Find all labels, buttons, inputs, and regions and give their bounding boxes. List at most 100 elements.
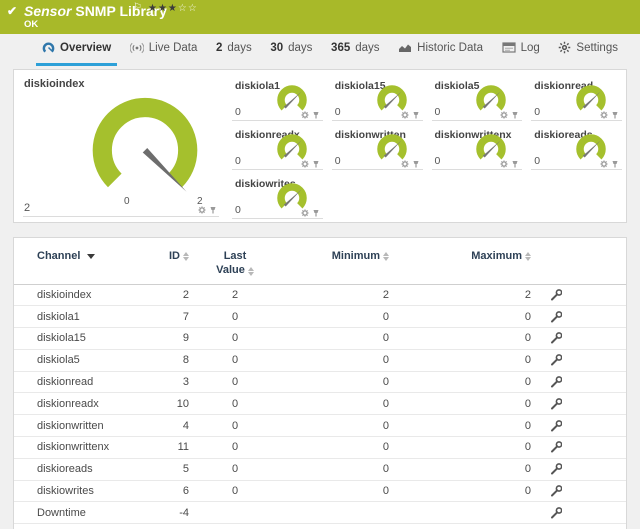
- table-row[interactable]: diskionreadx 10 0 0 0: [14, 393, 626, 415]
- gauge-diskiowrites[interactable]: diskiowrites 0: [229, 174, 325, 223]
- channel-settings-wrench-icon[interactable]: [550, 507, 562, 519]
- priority-stars[interactable]: ★★★☆☆: [148, 3, 198, 14]
- gauge-pin-icon[interactable]: [312, 209, 320, 217]
- cell-channel[interactable]: diskioreads: [37, 463, 93, 475]
- page-title-prefix: Sensor: [24, 3, 71, 19]
- cell-channel[interactable]: diskioindex: [37, 289, 91, 301]
- tab-overview[interactable]: Overview: [36, 34, 117, 66]
- tab-settings[interactable]: Settings: [552, 34, 624, 66]
- tab-log[interactable]: Log: [496, 34, 546, 66]
- gauge-diskiola1[interactable]: diskiola1 0: [229, 76, 325, 125]
- tab-365-days[interactable]: 365 days: [325, 34, 385, 66]
- gauge-diskiola15[interactable]: diskiola15 0: [329, 76, 425, 125]
- page-title: Sensor SNMP Library: [24, 3, 167, 19]
- table-row[interactable]: diskiowrites 6 0 0 0: [14, 481, 626, 503]
- gauge-pin-icon[interactable]: [611, 111, 619, 119]
- gauge-settings-icon[interactable]: [401, 160, 409, 168]
- gauge-pin-icon[interactable]: [611, 160, 619, 168]
- gauge-settings-icon[interactable]: [500, 160, 508, 168]
- gauge-settings-icon[interactable]: [401, 111, 409, 119]
- table-row[interactable]: diskiola5 8 0 0 0: [14, 350, 626, 372]
- ok-check-icon: ✔: [7, 4, 17, 18]
- channel-settings-wrench-icon[interactable]: [550, 289, 562, 301]
- channel-settings-wrench-icon[interactable]: [550, 420, 562, 432]
- column-header-id[interactable]: ID: [169, 250, 189, 262]
- gauge-diskionreadx[interactable]: diskionreadx 0: [229, 125, 325, 174]
- gauge-diskionwritten[interactable]: diskionwritten 0: [329, 125, 425, 174]
- gauge-diskionwrittenx[interactable]: diskionwrittenx 0: [429, 125, 525, 174]
- channel-settings-wrench-icon[interactable]: [550, 376, 562, 388]
- sort-icon: [248, 267, 254, 276]
- channel-settings-wrench-icon[interactable]: [550, 332, 562, 344]
- gauge-pin-icon[interactable]: [412, 160, 420, 168]
- gauge-settings-icon[interactable]: [301, 160, 309, 168]
- cell-last-value: 0: [232, 398, 238, 410]
- channel-settings-wrench-icon[interactable]: [550, 441, 562, 453]
- column-header-channel[interactable]: Channel: [37, 250, 95, 262]
- gauge-diskioreads[interactable]: diskioreads 0: [528, 125, 624, 174]
- stars-filled[interactable]: ★★★: [148, 3, 178, 14]
- gauge-pin-icon[interactable]: [312, 160, 320, 168]
- channel-settings-wrench-icon[interactable]: [550, 354, 562, 366]
- cell-maximum: 0: [525, 354, 531, 366]
- channel-settings-wrench-icon[interactable]: [550, 485, 562, 497]
- cell-channel[interactable]: diskiowrites: [37, 485, 94, 497]
- gauge-diskiola5[interactable]: diskiola5 0: [429, 76, 525, 125]
- gauge-settings-icon[interactable]: [301, 209, 309, 217]
- tab-live-data[interactable]: Live Data: [124, 34, 204, 66]
- channel-settings-wrench-icon[interactable]: [550, 311, 562, 323]
- table-row[interactable]: diskiola1 7 0 0 0: [14, 306, 626, 328]
- cell-minimum: 0: [383, 463, 389, 475]
- gauge-pin-icon[interactable]: [511, 111, 519, 119]
- table-row[interactable]: diskiola15 9 0 0 0: [14, 328, 626, 350]
- cell-minimum: 2: [383, 289, 389, 301]
- cell-channel[interactable]: diskiola1: [37, 311, 80, 323]
- cell-channel[interactable]: diskiola5: [37, 354, 80, 366]
- gauge-settings-icon[interactable]: [198, 206, 206, 214]
- gauge-settings-icon[interactable]: [301, 111, 309, 119]
- cell-channel[interactable]: diskionwritten: [37, 420, 104, 432]
- channel-settings-wrench-icon[interactable]: [550, 398, 562, 410]
- cell-channel[interactable]: diskionwrittenx: [37, 441, 109, 453]
- table-row[interactable]: Downtime -4: [14, 502, 626, 524]
- gauge-pin-icon[interactable]: [511, 160, 519, 168]
- cell-id: 11: [178, 441, 189, 453]
- cell-channel[interactable]: diskionread: [37, 376, 93, 388]
- gauge-settings-icon[interactable]: [500, 111, 508, 119]
- cell-channel[interactable]: diskiola15: [37, 332, 86, 344]
- cell-id: 5: [183, 463, 189, 475]
- cell-maximum: 0: [525, 441, 531, 453]
- column-header-minimum[interactable]: Minimum: [332, 250, 389, 262]
- column-header-last-value[interactable]: Last Value: [216, 250, 254, 278]
- divider: [232, 120, 323, 121]
- gauge-settings-icon[interactable]: [600, 160, 608, 168]
- cell-channel[interactable]: diskionreadx: [37, 398, 99, 410]
- gauge-diskioindex[interactable]: diskioindex 2 0 2: [14, 70, 227, 222]
- tab-2-days[interactable]: 2 days: [210, 34, 258, 66]
- cell-minimum: 0: [383, 332, 389, 344]
- tab-label: Overview: [60, 42, 111, 54]
- tab-number: 2: [216, 42, 222, 54]
- gauge-pin-icon[interactable]: [209, 206, 217, 214]
- tab-30-days[interactable]: 30 days: [264, 34, 318, 66]
- cell-channel[interactable]: Downtime: [37, 507, 86, 519]
- gauge-settings-icon[interactable]: [600, 111, 608, 119]
- stars-empty[interactable]: ☆☆: [178, 3, 198, 14]
- column-header-maximum[interactable]: Maximum: [471, 250, 531, 262]
- gauge-diskionread[interactable]: diskionread 0: [528, 76, 624, 125]
- table-row[interactable]: diskionwritten 4 0 0 0: [14, 415, 626, 437]
- table-row[interactable]: diskionread 3 0 0 0: [14, 372, 626, 394]
- table-row[interactable]: diskionwrittenx 11 0 0 0: [14, 437, 626, 459]
- cell-maximum: 0: [525, 311, 531, 323]
- tab-historic-data[interactable]: Historic Data: [392, 34, 489, 66]
- table-row[interactable]: diskioindex 2 2 2 2: [14, 285, 626, 307]
- header-label: Channel: [37, 250, 80, 262]
- gauge-pin-icon[interactable]: [312, 111, 320, 119]
- cell-maximum: 2: [525, 289, 531, 301]
- cell-id: 7: [183, 311, 189, 323]
- table-row[interactable]: diskioreads 5 0 0 0: [14, 459, 626, 481]
- channel-settings-wrench-icon[interactable]: [550, 463, 562, 475]
- flag-icon[interactable]: ⚐: [133, 2, 142, 13]
- gauge-pin-icon[interactable]: [412, 111, 420, 119]
- table-body: diskioindex 2 2 2 2 diskiola1 7 0 0 0 di…: [14, 285, 626, 525]
